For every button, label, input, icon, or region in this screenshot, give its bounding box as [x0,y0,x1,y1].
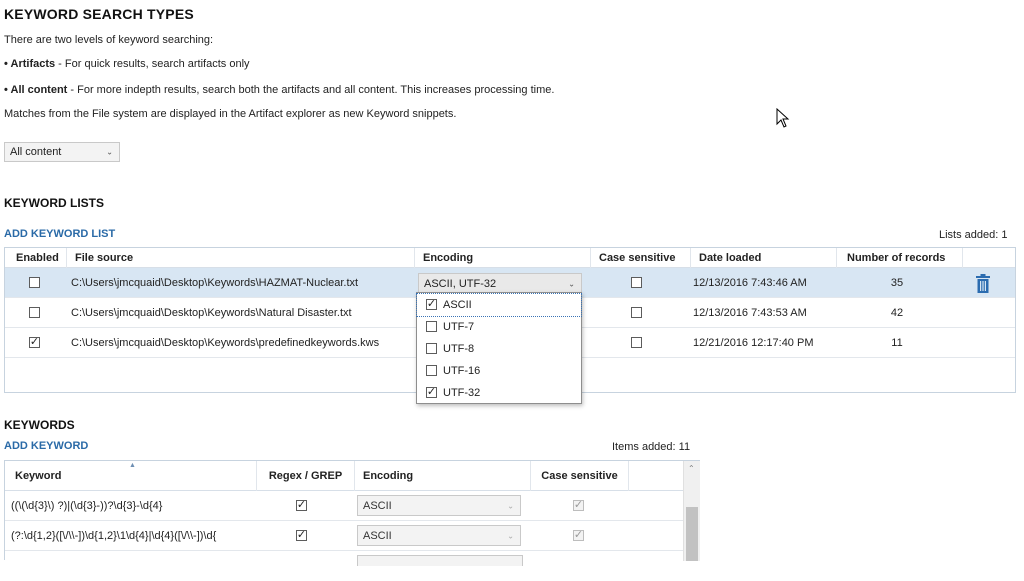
records-cell: 42 [890,306,904,319]
encoding-option-utf32[interactable]: ✓ UTF-32 [417,382,581,404]
encoding-dropdown: ✓ ASCII UTF-7 UTF-8 UTF-16 ✓ UTF-32 [416,292,582,404]
enabled-checkbox[interactable] [29,277,40,288]
file-source-cell: C:\Users\jmcquaid\Desktop\Keywords\prede… [71,336,380,349]
search-type-select-value: All content [10,146,62,158]
column-header-keyword[interactable]: Keyword ▲ [5,461,257,491]
encoding-option-label: UTF-8 [443,343,475,355]
all-content-description: • All content - For more indepth results… [4,84,554,96]
keywords-scrollbar[interactable]: ⌃ [683,461,700,561]
chevron-down-icon: ⌄ [106,147,113,157]
keyword-encoding-value: ASCII [363,499,392,512]
checkbox-icon[interactable] [426,321,437,332]
chevron-down-icon: ⌄ [507,501,514,510]
case-sensitive-checkbox[interactable] [631,307,642,318]
encoding-select-value: ASCII, UTF-32 [424,277,497,290]
column-header-case-sensitive[interactable]: Case sensitive [591,248,691,268]
artifacts-label: • Artifacts [4,58,56,70]
scrollbar-thumb[interactable] [686,507,698,561]
checkbox-icon[interactable]: ✓ [426,299,437,310]
keyword-encoding-value: ASCII [363,529,392,542]
search-types-heading: KEYWORD SEARCH TYPES [4,6,194,22]
artifacts-text: - For quick results, search artifacts on… [55,58,250,70]
encoding-option-ascii[interactable]: ✓ ASCII [416,293,582,317]
column-header-number-of-records[interactable]: Number of records [837,248,963,268]
column-header-case-sensitive[interactable]: Case sensitive [531,461,629,491]
checkbox-icon[interactable] [426,343,437,354]
date-loaded-cell: 12/13/2016 7:43:46 AM [693,276,807,289]
mouse-cursor-icon [776,108,790,128]
file-source-cell: C:\Users\jmcquaid\Desktop\Keywords\Natur… [71,306,352,319]
checkbox-icon[interactable] [426,365,437,376]
encoding-select[interactable]: ASCII, UTF-32 ⌄ [418,273,582,294]
keyword-encoding-select[interactable]: ASCII ⌄ [357,525,521,546]
chevron-down-icon: ⌄ [507,531,514,540]
search-types-intro: There are two levels of keyword searchin… [4,34,214,46]
column-header-date-loaded[interactable]: Date loaded [691,248,837,268]
records-cell: 35 [890,276,904,289]
enabled-checkbox[interactable]: ✓ [29,337,40,348]
enabled-checkbox[interactable] [29,307,40,318]
add-keyword-list-link[interactable]: ADD KEYWORD LIST [4,228,115,240]
lists-added-count: Lists added: 1 [939,229,1008,241]
date-loaded-cell: 12/21/2016 12:17:40 PM [693,336,814,349]
keyword-encoding-select[interactable] [357,555,523,566]
checkbox-icon[interactable]: ✓ [426,387,437,398]
file-system-note: Matches from the File system are display… [4,108,457,120]
all-content-label: • All content [4,84,68,96]
keywords-heading: KEYWORDS [4,418,75,432]
keyword-encoding-select[interactable]: ASCII ⌄ [357,495,521,516]
column-header-enabled[interactable]: Enabled [5,248,67,268]
keyword-cell: (?:\d{1,2}([\/\\-])\d{1,2}\1\d{4}|\d{4}(… [11,529,217,542]
scroll-up-icon[interactable]: ⌃ [688,464,695,473]
case-sensitive-checkbox[interactable]: ✓ [573,530,584,541]
all-content-text: - For more indepth results, search both … [67,84,555,96]
case-sensitive-checkbox[interactable] [631,277,642,288]
column-header-keyword-label: Keyword [15,470,62,482]
keywords-table: Keyword ▲ Regex / GREP Encoding Case sen… [4,460,700,566]
table-header: Keyword ▲ Regex / GREP Encoding Case sen… [5,461,683,491]
keyword-cell: ((\(\d{3}\) ?)|(\d{3}-))?\d{3}-\d{4} [11,499,163,512]
table-row[interactable]: (?:\d{1,2}([\/\\-])\d{1,2}\1\d{4}|\d{4}(… [5,521,683,551]
chevron-down-icon: ⌄ [568,279,575,288]
encoding-option-label: ASCII [443,299,472,311]
encoding-option-utf16[interactable]: UTF-16 [417,360,581,382]
column-header-encoding[interactable]: Encoding [415,248,591,268]
column-header-file-source[interactable]: File source [67,248,415,268]
encoding-option-utf8[interactable]: UTF-8 [417,338,581,360]
case-sensitive-checkbox[interactable]: ✓ [573,500,584,511]
keyword-lists-heading: KEYWORD LISTS [4,196,105,210]
encoding-option-utf7[interactable]: UTF-7 [417,316,581,338]
trash-icon[interactable] [975,274,991,293]
artifacts-description: • Artifacts - For quick results, search … [4,58,250,70]
regex-checkbox[interactable]: ✓ [296,530,307,541]
file-source-cell: C:\Users\jmcquaid\Desktop\Keywords\HAZMA… [71,276,359,289]
add-keyword-link[interactable]: ADD KEYWORD [4,440,88,452]
search-type-select[interactable]: All content ⌄ [4,142,120,162]
encoding-option-label: UTF-7 [443,321,475,333]
encoding-option-label: UTF-16 [443,365,481,377]
table-row[interactable]: ((\(\d{3}\) ?)|(\d{3}-))?\d{3}-\d{4} ✓ A… [5,491,683,521]
regex-checkbox[interactable]: ✓ [296,500,307,511]
date-loaded-cell: 12/13/2016 7:43:53 AM [693,306,807,319]
table-header: Enabled File source Encoding Case sensit… [5,248,1015,268]
column-header-actions [963,248,1015,268]
items-added-count: Items added: 11 [612,441,691,453]
sort-arrow-icon: ▲ [129,462,136,469]
encoding-option-label: UTF-32 [443,387,481,399]
case-sensitive-checkbox[interactable] [631,337,642,348]
column-header-regex[interactable]: Regex / GREP [257,461,355,491]
records-cell: 11 [891,336,903,349]
column-header-encoding[interactable]: Encoding [355,461,531,491]
